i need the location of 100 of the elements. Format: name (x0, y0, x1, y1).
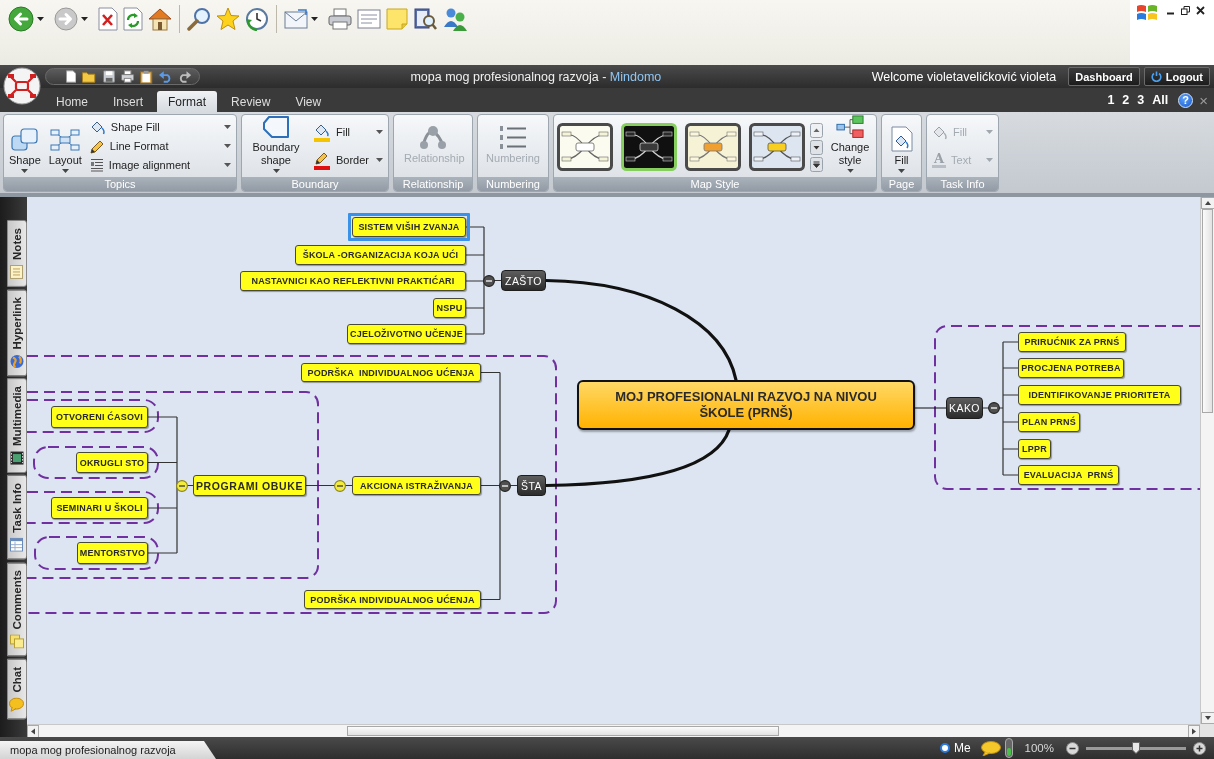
ribbon-button[interactable]: Layout (46, 115, 84, 177)
topic-node[interactable]: EVALUACIJA PRNŚ (1018, 465, 1119, 485)
group-label: Task Info (927, 177, 998, 191)
level-button[interactable]: All (1150, 93, 1171, 107)
topic-node[interactable]: CJELOŽIVOTNO UČENJE (347, 324, 466, 344)
zoom-level: 100% (1024, 742, 1054, 754)
ribbon-tab[interactable]: Insert (102, 91, 155, 112)
side-panel-tab[interactable]: Notes (7, 220, 27, 287)
level-button[interactable]: 3 (1135, 93, 1147, 107)
level-button[interactable]: 2 (1120, 93, 1132, 107)
side-panel-tab[interactable]: Comments (7, 562, 27, 657)
ribbon-button[interactable]: Shape (7, 115, 43, 177)
film-strip-icon (10, 451, 24, 466)
horizontal-scrollbar[interactable] (27, 724, 1200, 737)
speech-bubble-icon[interactable] (980, 740, 1001, 756)
logout-button[interactable]: Logout (1143, 67, 1210, 86)
new-file-icon[interactable] (66, 70, 77, 83)
ribbon-button[interactable]: Change style (827, 115, 873, 177)
page-cross-icon[interactable] (98, 7, 118, 31)
branch-topic[interactable]: ZAŠTO (501, 270, 546, 291)
page-bucket-icon (890, 126, 913, 152)
topic-node[interactable]: PODRŠKA INDIVIDUALNOG UĆENJA (301, 363, 481, 382)
speech-bubble-icon (9, 697, 25, 712)
map-style-thumbnail[interactable] (685, 123, 741, 171)
topic-node[interactable]: OKRUGLI STO (76, 452, 148, 473)
circular-arrows-icon[interactable] (123, 7, 143, 31)
minus-circle-icon[interactable] (499, 479, 511, 492)
caret-icon[interactable] (311, 17, 318, 21)
clock-icon[interactable] (245, 7, 269, 31)
ribbon-tab[interactable]: Format (157, 91, 218, 112)
ribbon-button[interactable]: Shape Fill (87, 118, 233, 137)
ribbon-button[interactable]: Boundary shape (245, 115, 307, 177)
topic-node[interactable]: PRIRUĆNIK ZA PRNŚ (1018, 332, 1126, 352)
side-panel-tab[interactable]: Task Info (7, 475, 27, 561)
caret-icon[interactable] (37, 17, 44, 21)
topic-node[interactable]: MENTORSTVO (77, 542, 148, 564)
topic-node[interactable]: IDENTIFIKOVANJE PRIORITETA (1018, 385, 1181, 405)
topic-node[interactable]: AKCIONA ISTRAŽIVANJA (352, 476, 481, 495)
printer-icon[interactable] (120, 70, 135, 83)
caret-icon[interactable] (81, 17, 88, 21)
folder-icon[interactable] (82, 70, 97, 83)
slider-thumb[interactable] (1132, 741, 1140, 754)
branch-topic[interactable]: KAKO (946, 397, 983, 419)
topic-node[interactable]: NASTAVNICI KAO REFLEKTIVNI PRAKTIĆARI (240, 271, 466, 291)
topic-node[interactable]: SISTEM VIŠIH ZVANJA (352, 217, 466, 237)
map-style-thumbnail[interactable] (621, 123, 677, 171)
clipboard-icon[interactable] (140, 69, 153, 84)
curve-nodes-icon (419, 124, 447, 150)
topic-node[interactable]: PODRŠKA INDIVIDUALNOG UĆENJA (304, 590, 481, 609)
ribbon-button[interactable]: Line Format (87, 136, 233, 156)
star-icon[interactable] (216, 7, 240, 31)
topic-node[interactable]: NSPU (433, 298, 466, 318)
dashboard-button[interactable]: Dashboard (1068, 67, 1140, 86)
up-arrow-icon[interactable] (1201, 197, 1214, 209)
numbered-list-icon (499, 124, 527, 150)
side-panel-tab[interactable]: Multimedia (7, 378, 27, 474)
topic-node[interactable]: PLAN PRNŚ (1018, 412, 1080, 432)
expand-gallery-icon[interactable] (810, 156, 823, 172)
side-panel-tab[interactable]: Chat (7, 658, 27, 720)
topic-node[interactable]: PROGRAMI OBUKE (193, 475, 306, 496)
minus-circle-icon[interactable] (988, 402, 1000, 414)
map-style-thumbnail[interactable] (749, 123, 805, 171)
topic-node[interactable]: SEMINARI U ŠKOLI (51, 497, 148, 519)
group-label: Numbering (478, 177, 548, 191)
paint-bucket-icon (932, 124, 948, 140)
zoom-in-icon[interactable] (1193, 741, 1206, 755)
topic-node[interactable]: ŠKOLA -ORGANIZACIJA KOJA UĆI (295, 245, 466, 265)
branch-topic[interactable]: ŠTA (517, 475, 546, 496)
topic-node[interactable]: LPPR (1018, 439, 1051, 459)
map-style-thumbnail[interactable] (557, 123, 613, 171)
down-arrow-icon[interactable] (1201, 712, 1214, 724)
topic-node[interactable]: OTVORENI ĆASOVI (51, 406, 148, 428)
branch-line (914, 407, 947, 409)
zoom-out-icon[interactable] (1066, 741, 1079, 755)
document-tab[interactable]: mopa mog profesionalnog razvoja (0, 741, 216, 759)
ribbon-button[interactable]: Image alignment (87, 155, 233, 174)
ribbon-tab[interactable]: Review (220, 91, 282, 112)
topic-node[interactable]: PROCJENA POTREBA (1018, 358, 1124, 378)
ribbon-tab[interactable]: View (284, 91, 333, 112)
undo-icon[interactable] (158, 70, 172, 83)
vertical-scrollbar[interactable] (1200, 197, 1214, 724)
search-icon[interactable] (187, 7, 211, 31)
redo-icon[interactable] (177, 70, 191, 83)
house-icon[interactable] (148, 7, 172, 31)
close-icon[interactable] (1196, 6, 1205, 15)
side-panel-tab[interactable]: Hyperlink (7, 288, 27, 377)
ribbon-tab[interactable]: Home (45, 91, 99, 112)
paint-bucket-icon (89, 119, 106, 135)
ribbon-button[interactable]: Border (311, 150, 385, 170)
minus-circle-icon[interactable] (483, 274, 495, 287)
central-topic[interactable]: MOJ PROFESIONALNI RAZVOJ NA NIVOU ŠKOLE (PRNŠ) (577, 380, 915, 430)
scrollbar-thumb[interactable] (347, 726, 779, 736)
restore-icon[interactable] (1181, 6, 1190, 15)
ribbon-button[interactable]: Fill (888, 115, 915, 177)
level-button[interactable]: 1 (1105, 93, 1117, 107)
ribbon-button[interactable]: Fill (311, 122, 385, 142)
scrollbar-thumb[interactable] (1202, 209, 1213, 413)
book-magnifier-icon[interactable] (413, 7, 437, 31)
people-icon[interactable] (442, 7, 468, 31)
close-button[interactable]: × (1197, 92, 1210, 108)
